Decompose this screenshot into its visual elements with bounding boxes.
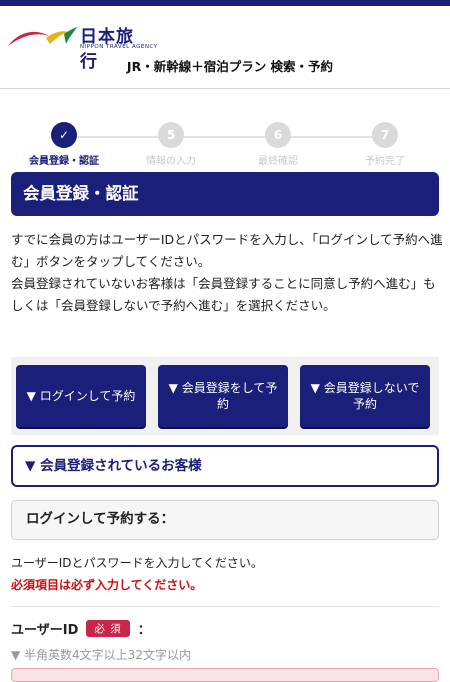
field-divider [11,606,439,607]
page-title: JR・新幹線＋宿泊プラン 検索・予約 [126,59,334,74]
login-reserve-heading: ログインして予約する： [11,500,439,540]
step-member-auth: ✓ 会員登録・認証 [14,122,114,167]
intro-paragraph-register: 会員登録されていないお客様は「会員登録することに同意し予約へ進む」もしくは「会員… [11,276,436,313]
top-accent-bar [0,0,450,6]
user-id-label: ユーザーID [11,622,79,638]
section-heading: 会員登録・認証 [11,172,439,216]
step-info-input: 5 情報の入力 [121,122,221,167]
register-and-reserve-button[interactable]: ▼ 会員登録をして予約 [158,365,288,427]
step-label: 予約完了 [365,156,405,167]
required-notice: 必須項目は必ず入力してください。 [11,578,203,592]
navigation-button-panel: ▼ ログインして予約 ▼ 会員登録をして予約 ▼ 会員登録しないで予約 [11,357,439,435]
registered-member-section-toggle[interactable]: ▼ 会員登録されているお客様 [11,445,439,487]
user-id-label-row: ユーザーID 必 須 ： [11,617,441,639]
reserve-without-registration-button[interactable]: ▼ 会員登録しないで予約 [300,365,430,427]
step-number: 6 [265,122,291,148]
step-label: 最終確認 [258,156,298,167]
logo-swoosh-icon [8,27,77,46]
label-colon: ： [137,622,151,638]
checkmark-icon: ✓ [51,122,77,148]
step-number: 7 [372,122,398,148]
logo[interactable]: 日本旅行 NIPPON TRAVEL AGENCY [6,18,157,72]
step-number: 5 [158,122,184,148]
step-label: 情報の入力 [146,156,196,167]
user-id-hint: ▼ 半角英数4文字以上32文字以内 [11,648,191,662]
user-id-input[interactable] [11,668,439,682]
intro-text: すでに会員の方はユーザーIDとパスワードを入力し、「ログインして予約へ進む」ボタ… [11,229,443,317]
login-and-reserve-button[interactable]: ▼ ログインして予約 [16,365,146,427]
intro-paragraph-login: すでに会員の方はユーザーIDとパスワードを入力し、「ログインして予約へ進む」ボタ… [11,232,443,269]
required-badge: 必 須 [86,619,130,637]
step-final-confirm: 6 最終確認 [228,122,328,167]
step-label: 会員登録・認証 [29,156,99,167]
header-divider [0,88,450,89]
instruction-text: ユーザーIDとパスワードを入力してください。 [11,556,263,570]
progress-steps: ✓ 会員登録・認証 5 情報の入力 6 最終確認 7 予約完了 [0,122,450,170]
step-complete: 7 予約完了 [335,122,435,167]
logo-subtitle: NIPPON TRAVEL AGENCY [80,44,158,50]
